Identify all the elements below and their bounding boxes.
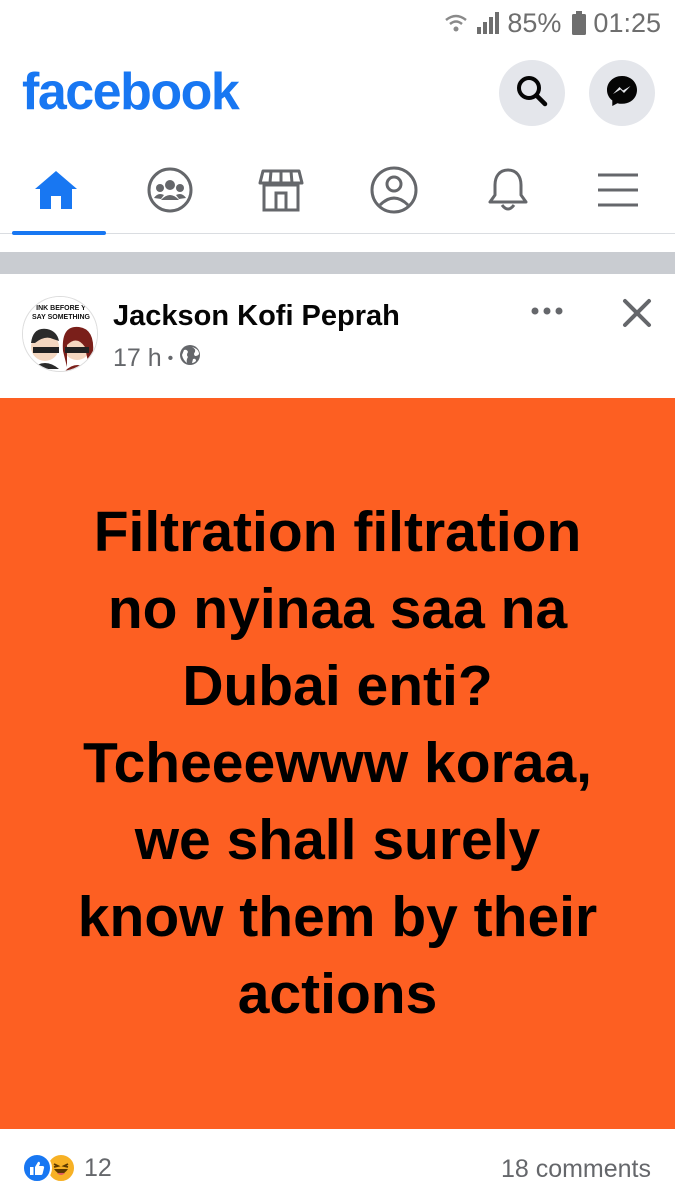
search-icon (515, 74, 549, 113)
menu-icon (596, 171, 640, 214)
signal-icon (475, 10, 501, 36)
wifi-icon (443, 10, 469, 36)
groups-icon (146, 166, 194, 219)
reactions-summary[interactable]: 12 (22, 1153, 112, 1183)
marketplace-icon (257, 167, 305, 218)
avatar-text-line2: SAY SOMETHING (32, 314, 91, 321)
tab-home[interactable] (6, 150, 106, 235)
feed-separator (0, 252, 675, 274)
bell-icon (485, 165, 531, 220)
more-icon (529, 303, 565, 321)
tab-marketplace[interactable] (231, 150, 331, 234)
nav-bar (0, 150, 675, 235)
search-button[interactable] (499, 60, 565, 126)
post-meta: 17 h • (113, 344, 201, 373)
post-time[interactable]: 17 h (113, 344, 162, 373)
post-text-line: Dubai enti? (182, 654, 493, 718)
post-author[interactable]: Jackson Kofi Peprah (113, 300, 400, 333)
meta-separator: • (167, 349, 174, 367)
avatar-text-line1: INK BEFORE Y (36, 305, 86, 312)
post-text-line: actions (237, 962, 438, 1026)
messenger-icon (604, 73, 640, 114)
avatar[interactable]: INK BEFORE Y SAY SOMETHING (22, 296, 98, 372)
post-header: INK BEFORE Y SAY SOMETHING Jackson Kofi … (0, 274, 675, 398)
post-text-line: Tcheeewww koraa, (83, 731, 592, 795)
post-text: Filtration filtration no nyinaa saa na D… (78, 494, 597, 1033)
comments-count[interactable]: 18 comments (501, 1155, 651, 1184)
battery-percent: 85% (507, 7, 562, 38)
reaction-count: 12 (84, 1153, 112, 1182)
app-header: facebook (0, 46, 675, 150)
clock: 01:25 (593, 7, 661, 38)
post-text-line: no nyinaa saa na (107, 577, 568, 641)
globe-icon (179, 344, 201, 373)
post-content[interactable]: Filtration filtration no nyinaa saa na D… (0, 398, 675, 1129)
post-text-line: know them by their (77, 885, 598, 949)
like-icon (22, 1153, 52, 1183)
status-bar: 85% 01:25 (0, 0, 675, 46)
hide-post-button[interactable] (614, 292, 660, 338)
home-icon (32, 168, 80, 217)
messenger-button[interactable] (589, 60, 655, 126)
close-icon (622, 298, 652, 333)
facebook-logo[interactable]: facebook (22, 62, 240, 122)
post-text-line: we shall surely (134, 808, 541, 872)
profile-icon (369, 165, 419, 220)
tab-notifications[interactable] (458, 150, 558, 234)
tab-groups[interactable] (120, 150, 220, 234)
battery-icon (571, 10, 587, 36)
tab-menu[interactable] (568, 150, 668, 234)
post-footer: 12 18 comments (0, 1129, 675, 1200)
post-options-button[interactable] (522, 292, 572, 332)
post-text-line: Filtration filtration (93, 500, 582, 564)
tab-profile[interactable] (344, 150, 444, 234)
